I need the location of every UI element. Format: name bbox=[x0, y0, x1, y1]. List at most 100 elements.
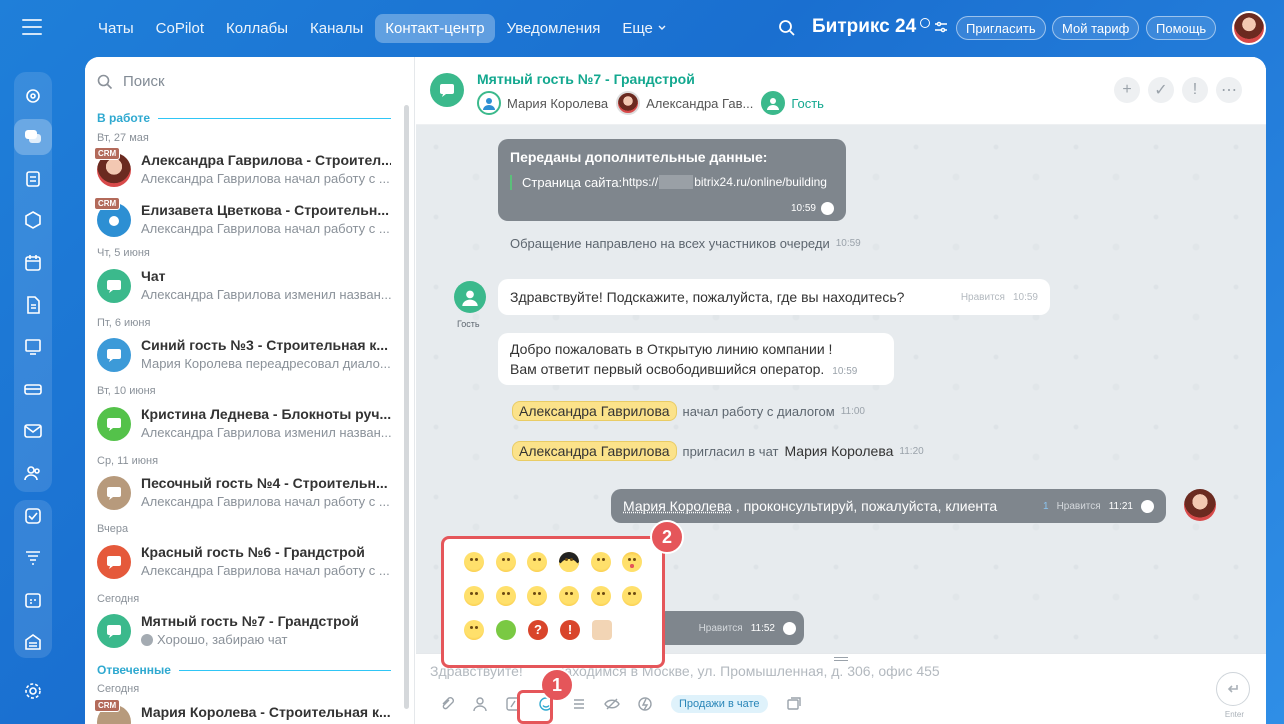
user-link[interactable]: Мария Королева bbox=[784, 443, 893, 459]
list-item[interactable]: CRM Александра Гаврилова - Строител... А… bbox=[85, 147, 405, 197]
list-item[interactable]: Красный гость №6 - Грандстрой Александра… bbox=[85, 539, 405, 589]
avatar bbox=[616, 91, 641, 115]
tab-chats[interactable]: Чаты bbox=[88, 14, 144, 43]
copy-icon[interactable] bbox=[778, 692, 811, 716]
list-item[interactable]: Синий гость №3 - Строительная к... Мария… bbox=[85, 332, 405, 382]
user-mention[interactable]: Мария Королева bbox=[623, 498, 732, 514]
mail-icon[interactable] bbox=[14, 413, 52, 449]
resize-handle[interactable] bbox=[834, 657, 848, 661]
operator-avatar[interactable] bbox=[1184, 489, 1216, 521]
chats-icon[interactable] bbox=[14, 119, 52, 155]
member[interactable]: Александра Гав... bbox=[616, 91, 753, 115]
warning-icon[interactable]: ! bbox=[1182, 77, 1208, 103]
list-item[interactable]: Песочный гость №4 - Строительн... Алекса… bbox=[85, 470, 405, 520]
list-item-active[interactable]: Мятный гость №7 - Грандстрой Хорошо, заб… bbox=[85, 608, 405, 658]
confused-emoji-icon[interactable] bbox=[521, 585, 553, 607]
list-item[interactable]: CRM Мария Королева - Строительная к... bbox=[85, 699, 405, 724]
neutral-emoji-icon[interactable] bbox=[490, 585, 522, 607]
emoji-row bbox=[458, 585, 648, 607]
thinking-emoji-icon[interactable] bbox=[458, 619, 490, 641]
kiss-emoji-icon[interactable] bbox=[616, 551, 648, 573]
message-meta: Нравится 10:59 bbox=[961, 292, 1038, 303]
store-icon[interactable] bbox=[14, 371, 52, 407]
list-item[interactable]: Чат Александра Гаврилова изменил назван.… bbox=[85, 263, 405, 313]
user-mention[interactable]: Александра Гаврилова bbox=[512, 441, 677, 461]
cloud-icon bbox=[109, 216, 119, 226]
cool-emoji-icon[interactable] bbox=[553, 551, 585, 573]
attach-icon[interactable] bbox=[430, 692, 463, 716]
tab-channels[interactable]: Каналы bbox=[300, 14, 373, 43]
system-text: начал работу с диалогом bbox=[682, 403, 835, 419]
message-line: Добро пожаловать в Открытую линию компан… bbox=[510, 341, 833, 357]
tab-contact-center[interactable]: Контакт-центр bbox=[375, 13, 495, 43]
facepalm-emoji-icon[interactable] bbox=[585, 551, 617, 573]
contacts-icon[interactable] bbox=[14, 455, 52, 491]
like-button[interactable]: Нравится bbox=[1057, 501, 1101, 512]
filter-icon[interactable] bbox=[14, 540, 52, 576]
item-subtitle: Александра Гаврилова начал работу с ... bbox=[141, 221, 390, 236]
sad-emoji-icon[interactable] bbox=[458, 585, 490, 607]
send-button[interactable] bbox=[1216, 672, 1250, 706]
search-input[interactable]: Поиск bbox=[97, 73, 165, 90]
grin-emoji-icon[interactable] bbox=[521, 551, 553, 573]
like-button[interactable]: Нравится bbox=[961, 292, 1005, 303]
lightbulb-emoji-icon[interactable] bbox=[490, 619, 522, 641]
tasks-icon[interactable] bbox=[14, 161, 52, 197]
documents-icon[interactable] bbox=[14, 287, 52, 323]
member[interactable]: Мария Королева bbox=[477, 91, 608, 115]
checklist-icon[interactable] bbox=[14, 498, 52, 534]
hide-icon[interactable] bbox=[595, 692, 628, 716]
contact-icon[interactable] bbox=[463, 692, 496, 716]
guest-avatar[interactable] bbox=[454, 281, 486, 313]
settings-icon[interactable] bbox=[14, 673, 52, 709]
list-item[interactable]: CRM Елизавета Цветкова - Строительн... А… bbox=[85, 197, 405, 247]
thumbs-up-emoji-icon[interactable] bbox=[586, 619, 618, 641]
main-card: Поиск В работе Вт, 27 мая CRM Александра… bbox=[85, 57, 1266, 724]
user-avatar[interactable] bbox=[1232, 11, 1266, 45]
member[interactable]: Гость bbox=[761, 91, 824, 115]
tariff-button[interactable]: Мой тариф bbox=[1052, 16, 1140, 40]
like-button[interactable]: Нравится bbox=[699, 623, 743, 634]
question-emoji-icon[interactable]: ? bbox=[522, 619, 554, 641]
warehouse-icon[interactable] bbox=[14, 624, 52, 660]
user-mention[interactable]: Александра Гаврилова bbox=[512, 401, 677, 421]
chat-title[interactable]: Мятный гость №7 - Грандстрой bbox=[477, 71, 695, 87]
data-message-url-a[interactable]: https:// bbox=[622, 175, 658, 190]
cry-emoji-icon[interactable] bbox=[553, 585, 585, 607]
list-item[interactable]: Кристина Леднева - Блокноты руч... Алекс… bbox=[85, 401, 405, 451]
date-separator: Сегодня bbox=[97, 683, 140, 695]
angry-emoji-icon[interactable] bbox=[585, 585, 617, 607]
calendar-icon[interactable] bbox=[14, 245, 52, 281]
tab-notifications[interactable]: Уведомления bbox=[497, 14, 611, 43]
tab-copilot[interactable]: CoPilot bbox=[146, 14, 214, 43]
search-icon[interactable] bbox=[778, 19, 796, 42]
smile-emoji-icon[interactable] bbox=[458, 551, 490, 573]
settings-toggle-icon[interactable] bbox=[934, 20, 948, 34]
crm-icon[interactable] bbox=[14, 202, 52, 238]
tab-more[interactable]: Еще bbox=[612, 14, 677, 43]
lock-icon bbox=[821, 202, 834, 215]
sales-in-chat-button[interactable]: Продажи в чате bbox=[671, 695, 768, 713]
surprised-emoji-icon[interactable] bbox=[616, 585, 648, 607]
exclamation-emoji-icon[interactable]: ! bbox=[554, 619, 586, 641]
data-message-body: Страница сайта: https:// bitrix24.ru/onl… bbox=[510, 175, 834, 190]
invite-button[interactable]: Пригласить bbox=[956, 16, 1046, 40]
more-icon[interactable]: ⋯ bbox=[1216, 77, 1242, 103]
data-message-url-b[interactable]: bitrix24.ru/online/building bbox=[694, 175, 827, 190]
lightning-icon[interactable] bbox=[628, 692, 661, 716]
menu-icon[interactable] bbox=[22, 19, 42, 35]
add-icon[interactable]: + bbox=[1114, 77, 1140, 103]
sites-icon[interactable] bbox=[14, 329, 52, 365]
wink-emoji-icon[interactable] bbox=[490, 551, 522, 573]
data-message-meta: 10:59 bbox=[791, 202, 834, 215]
schedule-icon[interactable] bbox=[14, 582, 52, 618]
header-actions: + ✓ ! ⋯ bbox=[1114, 77, 1242, 103]
scrollbar[interactable] bbox=[404, 105, 409, 709]
help-button[interactable]: Помощь bbox=[1146, 16, 1217, 40]
feed-icon[interactable] bbox=[14, 78, 52, 114]
user-icon bbox=[462, 290, 478, 306]
check-icon[interactable]: ✓ bbox=[1148, 77, 1174, 103]
tab-collabs[interactable]: Коллабы bbox=[216, 14, 298, 43]
item-subtitle: Александра Гаврилова изменил назван... bbox=[141, 287, 391, 302]
timestamp: 11:21 bbox=[1108, 500, 1133, 512]
